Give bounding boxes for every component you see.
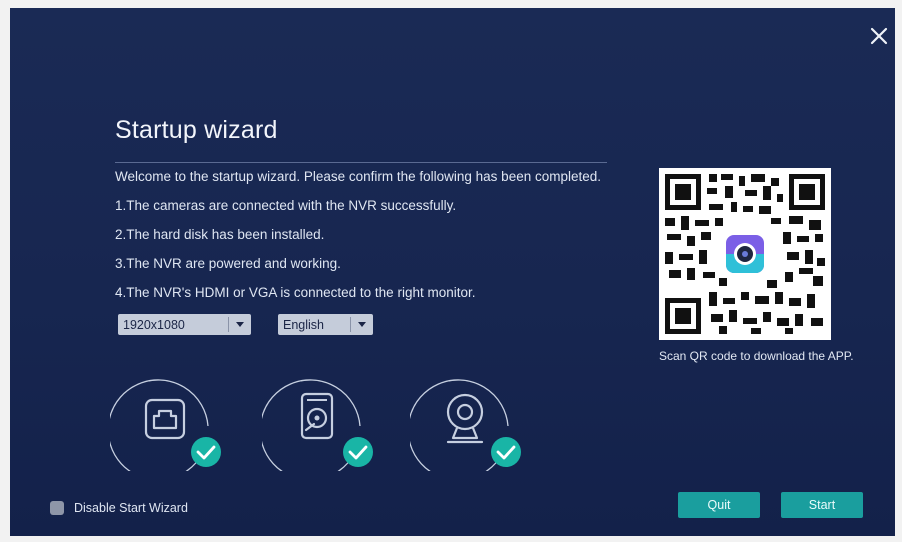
quit-button[interactable]: Quit <box>678 492 760 518</box>
disable-wizard-checkbox[interactable] <box>50 501 64 515</box>
resolution-select[interactable]: 1920x1080 <box>118 314 251 335</box>
camera-icon <box>446 393 484 444</box>
network-icon <box>144 398 186 440</box>
language-value: English <box>283 317 324 332</box>
disable-wizard-label: Disable Start Wizard <box>74 501 188 515</box>
checklist-item-hard-disk: 2.The hard disk has been installed. <box>115 227 325 242</box>
check-icon <box>491 437 521 467</box>
hard-disk-icon <box>300 392 334 440</box>
resolution-value: 1920x1080 <box>123 317 185 332</box>
checklist-item-cameras: 1.The cameras are connected with the NVR… <box>115 198 457 213</box>
start-button[interactable]: Start <box>781 492 863 518</box>
title-divider <box>115 162 607 163</box>
startup-wizard-dialog: Startup wizard Welcome to the startup wi… <box>10 8 895 536</box>
check-icon <box>191 437 221 467</box>
qr-caption: Scan QR code to download the APP. <box>659 349 854 363</box>
hard-disk-status <box>262 379 373 471</box>
chevron-down-icon <box>351 321 373 328</box>
chevron-down-icon <box>229 321 251 328</box>
check-icon <box>343 437 373 467</box>
checklist-item-power: 3.The NVR are powered and working. <box>115 256 341 271</box>
network-status <box>110 379 221 471</box>
language-select[interactable]: English <box>278 314 373 335</box>
checklist-item-monitor: 4.The NVR's HDMI or VGA is connected to … <box>115 285 476 300</box>
close-icon[interactable] <box>865 22 893 50</box>
camera-status <box>410 379 521 471</box>
page-title: Startup wizard <box>115 116 278 144</box>
qr-code <box>659 168 831 340</box>
disable-wizard-option[interactable]: Disable Start Wizard <box>50 501 188 515</box>
intro-text: Welcome to the startup wizard. Please co… <box>115 169 601 184</box>
